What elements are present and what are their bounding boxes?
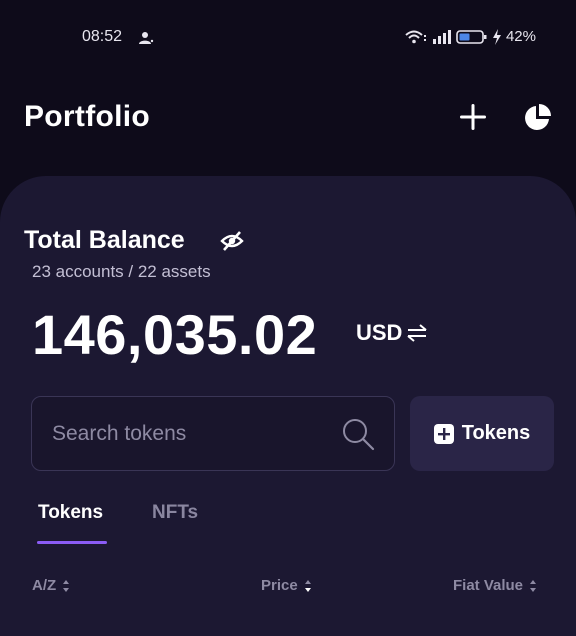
page-title: Portfolio [24, 100, 151, 133]
sort-alphabetical-label: A/Z [32, 577, 57, 594]
accounts-summary: 23 accounts / 22 assets [32, 262, 211, 281]
signal-icon [432, 29, 451, 44]
sort-fiat-value-label: Fiat Value [453, 577, 524, 594]
plus-square-icon [433, 423, 454, 444]
total-balance-title: Total Balance [24, 226, 185, 254]
add-button[interactable] [456, 100, 490, 134]
eye-off-icon[interactable] [220, 229, 244, 253]
battery-icon [456, 29, 487, 44]
person-icon [139, 32, 154, 44]
sort-icon [63, 579, 70, 592]
status-time: 08:52 [82, 28, 123, 45]
portfolio-chart-button[interactable] [521, 100, 555, 134]
search-box[interactable] [31, 396, 395, 471]
add-tokens-label: Tokens [461, 422, 531, 444]
sort-alphabetical[interactable]: A/Z [32, 577, 70, 594]
add-icon [460, 104, 486, 130]
wifi-icon [405, 30, 426, 43]
status-indicators: 42% [404, 28, 536, 45]
sort-price[interactable]: Price [261, 577, 312, 594]
sort-price-label: Price [261, 577, 298, 594]
search-icon[interactable] [340, 416, 376, 452]
status-bar: 08:52 42% [0, 0, 576, 70]
currency-switcher[interactable]: USD [356, 320, 428, 346]
search-input[interactable] [52, 415, 342, 453]
balance-amount: 146,035.02 [32, 303, 318, 366]
currency-label: USD [356, 320, 403, 345]
sort-fiat-value[interactable]: Fiat Value [453, 577, 537, 594]
tab-nfts[interactable]: NFTs [152, 502, 198, 524]
add-tokens-button[interactable]: Tokens [410, 396, 554, 471]
battery-percentage: 42% [505, 28, 536, 45]
swap-arrows-icon [407, 324, 428, 342]
pie-chart-icon [525, 104, 551, 130]
charging-icon [492, 28, 501, 45]
active-tab-indicator [37, 541, 107, 544]
sort-icon [304, 579, 311, 592]
tab-tokens[interactable]: Tokens [38, 502, 103, 524]
sort-icon [530, 579, 537, 592]
